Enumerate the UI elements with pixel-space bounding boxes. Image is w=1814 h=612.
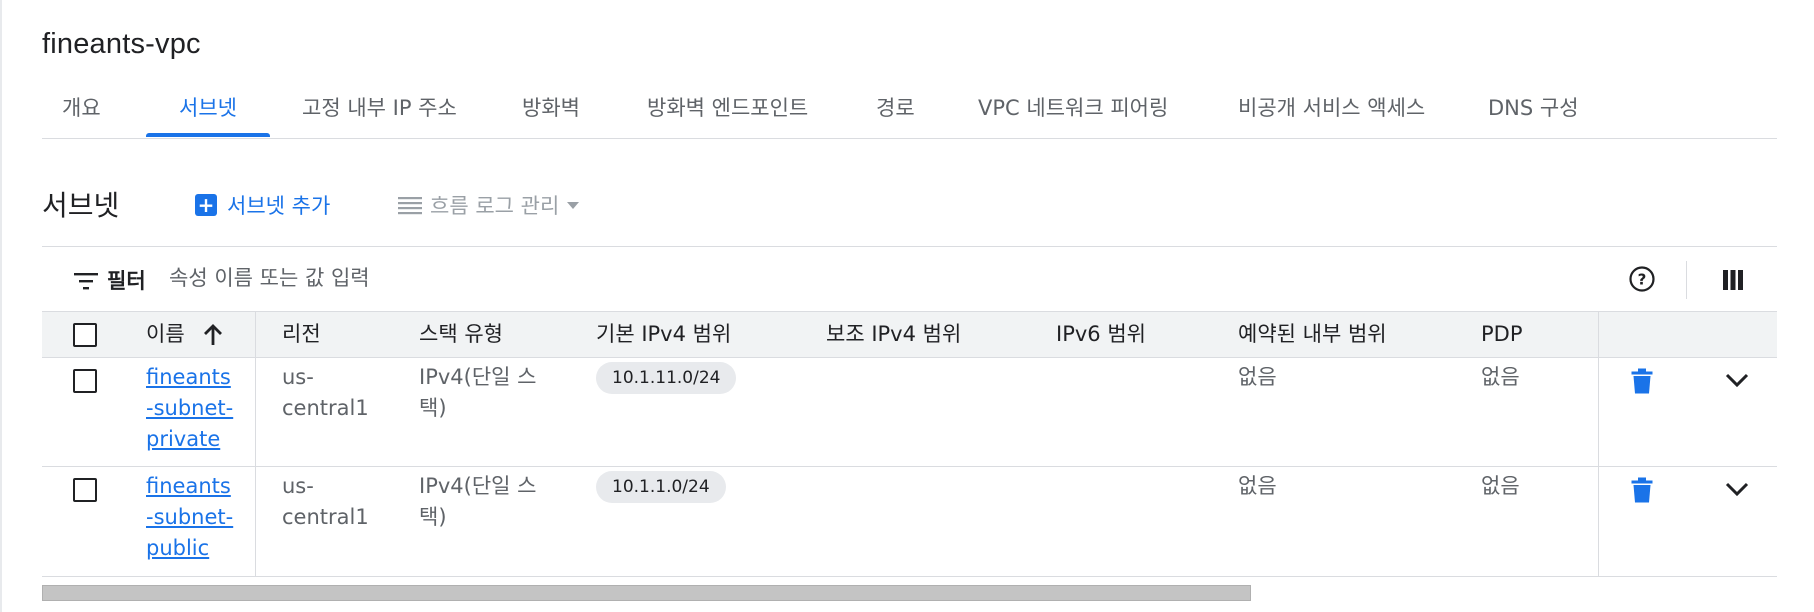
header-primary-ipv4: 기본 IPv4 범위 <box>596 322 732 346</box>
stack-type-cell: IPv4(단일 스택) <box>419 365 537 420</box>
subnet-name-cell: fineants-subnet-private <box>146 362 236 455</box>
tab-dns-config[interactable]: DNS 구성 <box>1488 80 1579 136</box>
row-checkbox[interactable] <box>73 369 97 393</box>
header-stack-type: 스택 유형 <box>419 322 503 346</box>
left-border <box>0 0 2 612</box>
subnet-name-cell: fineants-subnet-public <box>146 471 236 564</box>
divider <box>1686 261 1687 299</box>
pdp-cell: 없음 <box>1481 365 1520 389</box>
horizontal-scrollbar[interactable] <box>42 585 1777 601</box>
pdp-cell: 없음 <box>1481 474 1520 498</box>
primary-ipv4-chip: 10.1.11.0/24 <box>596 362 737 394</box>
svg-text:?: ? <box>1638 271 1647 289</box>
tab-static-internal-ip[interactable]: 고정 내부 IP 주소 <box>302 80 457 136</box>
header-reserved-internal: 예약된 내부 범위 <box>1238 322 1387 346</box>
list-lines-icon <box>398 197 422 215</box>
tab-overview[interactable]: 개요 <box>62 80 101 136</box>
column-display-icon[interactable] <box>1722 269 1744 291</box>
plus-square-icon: + <box>195 194 217 216</box>
trash-icon[interactable] <box>1631 368 1653 394</box>
add-subnet-label: 서브넷 추가 <box>227 194 331 218</box>
flow-logs-label: 흐름 로그 관리 <box>430 194 560 218</box>
reserved-internal-cell: 없음 <box>1238 474 1277 498</box>
filter-lines-icon <box>74 273 98 290</box>
chevron-down-icon[interactable] <box>1723 366 1751 394</box>
header-secondary-ipv4: 보조 IPv4 범위 <box>826 322 962 346</box>
region-cell: us-central1 <box>282 474 369 529</box>
tab-firewall[interactable]: 방화벽 <box>522 80 580 136</box>
header-name[interactable]: 이름 <box>146 312 185 357</box>
primary-ipv4-chip: 10.1.1.0/24 <box>596 471 726 503</box>
header-ipv6: IPv6 범위 <box>1056 322 1146 346</box>
active-tab-indicator <box>146 133 270 137</box>
section-title: 서브넷 <box>42 189 120 222</box>
trash-icon[interactable] <box>1631 477 1653 503</box>
tab-private-service-access[interactable]: 비공개 서비스 액세스 <box>1238 80 1425 136</box>
reserved-internal-cell: 없음 <box>1238 365 1277 389</box>
table-header: 이름 리전 스택 유형 기본 IPv4 범위 보조 IPv4 범위 IPv6 범… <box>42 311 1777 358</box>
subnet-name-link[interactable]: fineants-subnet-public <box>146 471 236 564</box>
row-checkbox[interactable] <box>73 478 97 502</box>
table-row: fineants-subnet-public us-central1 IPv4(… <box>42 467 1777 577</box>
region-cell: us-central1 <box>282 365 369 420</box>
flow-logs-button[interactable]: 흐름 로그 관리 <box>398 190 580 220</box>
tab-firewall-endpoints[interactable]: 방화벽 엔드포인트 <box>647 80 808 136</box>
filter-label: 필터 <box>107 269 146 293</box>
tab-subnets[interactable]: 서브넷 <box>146 80 270 136</box>
stack-type-cell: IPv4(단일 스택) <box>419 474 537 529</box>
tab-routes[interactable]: 경로 <box>876 80 915 136</box>
arrow-up-icon[interactable] <box>200 322 226 348</box>
add-subnet-button[interactable]: + 서브넷 추가 <box>195 190 330 220</box>
chevron-down-icon <box>567 201 580 209</box>
header-region: 리전 <box>282 322 321 346</box>
scrollbar-thumb[interactable] <box>42 585 1251 601</box>
tab-bar: 개요 서브넷 고정 내부 IP 주소 방화벽 방화벽 엔드포인트 경로 VPC … <box>42 80 1777 139</box>
filter-bar: 필터 ? <box>42 246 1777 312</box>
filter-input[interactable] <box>167 259 1071 297</box>
header-pdp: PDP <box>1481 322 1523 346</box>
table-row: fineants-subnet-private us-central1 IPv4… <box>42 357 1777 467</box>
chevron-down-icon[interactable] <box>1723 475 1751 503</box>
select-all-checkbox[interactable] <box>73 323 97 347</box>
page-title: fineants-vpc <box>42 28 201 60</box>
tab-vpc-peering[interactable]: VPC 네트워크 피어링 <box>978 80 1168 136</box>
subnet-name-link[interactable]: fineants-subnet-private <box>146 362 236 455</box>
help-circle-icon[interactable]: ? <box>1628 265 1656 293</box>
